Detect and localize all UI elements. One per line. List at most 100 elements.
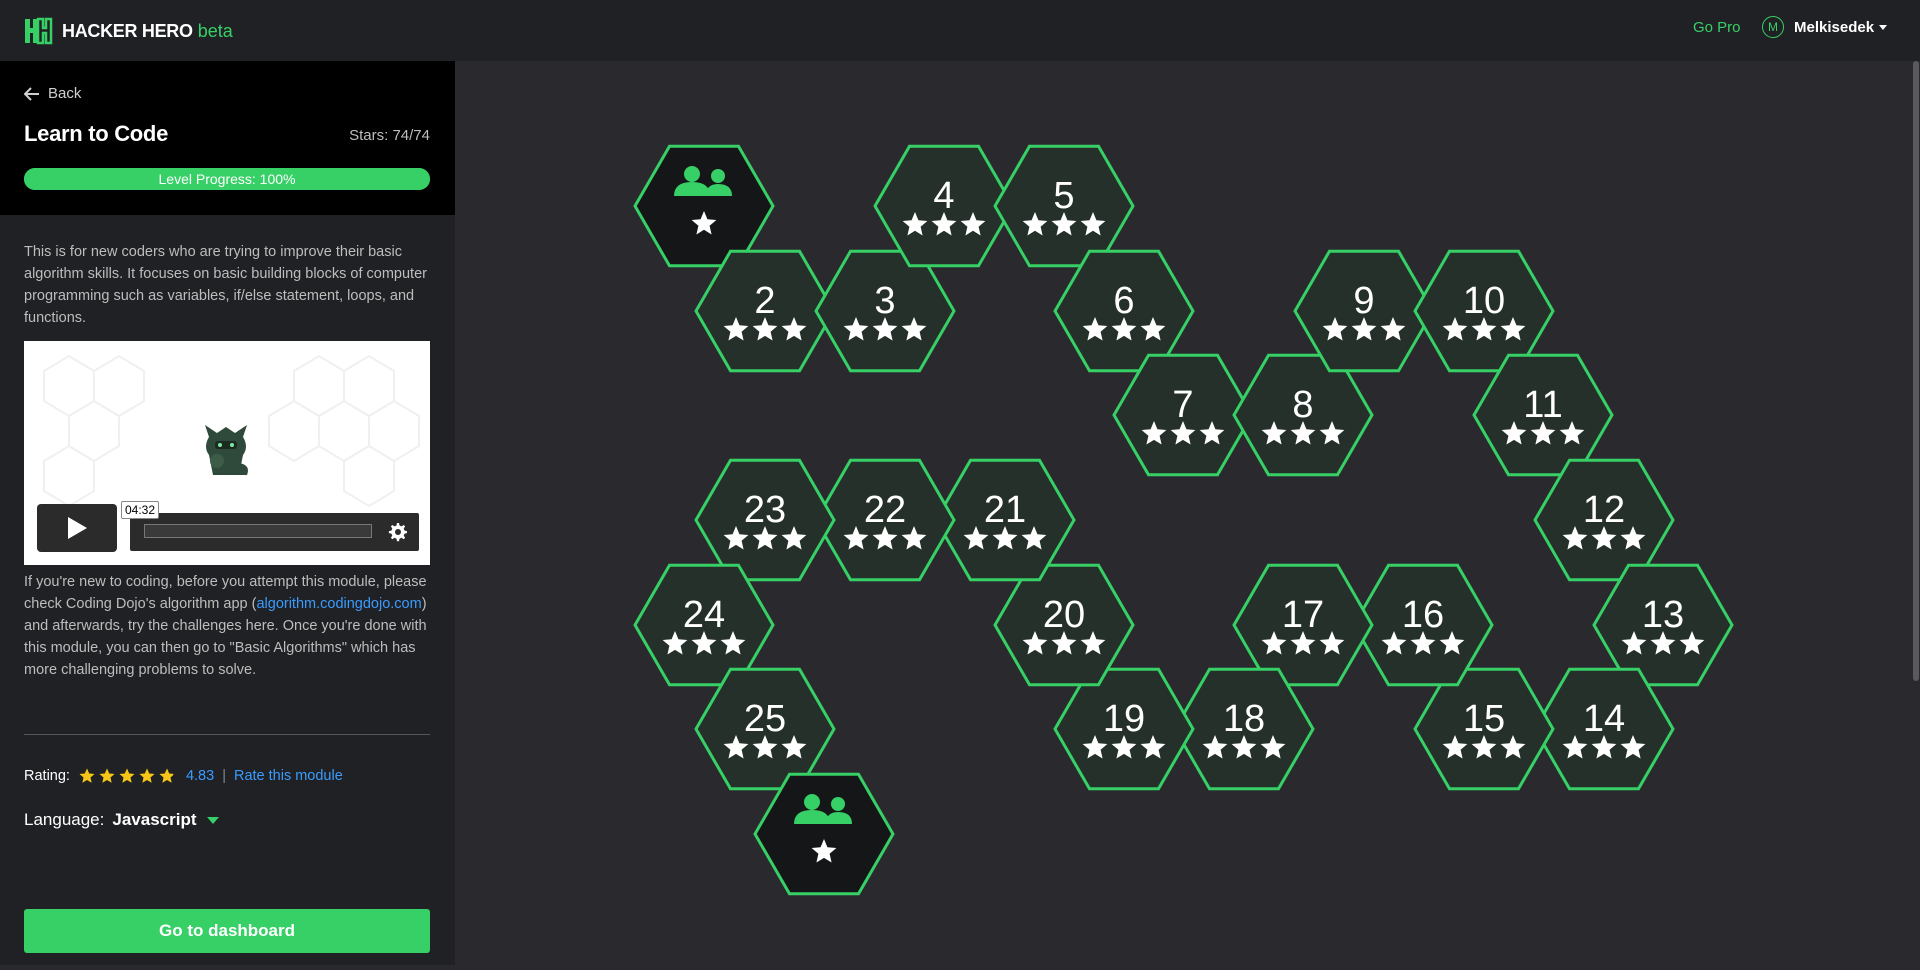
back-label: Back	[48, 85, 82, 102]
video-scrubber[interactable]	[144, 524, 372, 538]
map-scrollbar[interactable]	[1912, 61, 1920, 965]
level-hex-22[interactable]: 22	[814, 458, 956, 582]
play-icon	[68, 517, 87, 539]
brand-logo[interactable]: HACKER HERO beta	[23, 17, 233, 45]
page-title: Learn to Code	[24, 121, 168, 146]
module-sidebar: Back Learn to Code Stars: 74/74 Level Pr…	[0, 61, 455, 965]
level-hex-17[interactable]: 17	[1232, 563, 1374, 687]
level-number: 23	[744, 489, 786, 531]
caret-down-icon	[1879, 24, 1888, 30]
level-hex-11[interactable]: 11	[1472, 353, 1614, 477]
level-hex-18[interactable]: 18	[1173, 667, 1315, 791]
level-hex-9[interactable]: 9	[1293, 249, 1435, 373]
hex-shape	[633, 144, 775, 268]
rating-star-icon	[99, 768, 115, 783]
rating-star-icon	[139, 768, 155, 783]
caret-down-icon	[206, 816, 219, 824]
level-hex-10[interactable]: 10	[1413, 249, 1555, 373]
rating-stars	[78, 767, 176, 785]
level-hex-5[interactable]: 5	[993, 144, 1135, 268]
stars-count: Stars: 74/74	[349, 127, 430, 144]
level-number: 11	[1523, 384, 1562, 426]
brand-name: HACKER HERO	[62, 20, 193, 41]
level-hex-4[interactable]: 4	[873, 144, 1015, 268]
level-hex-2[interactable]: 2	[694, 249, 836, 373]
go-to-dashboard-button[interactable]: Go to dashboard	[24, 909, 430, 953]
level-number: 12	[1583, 489, 1625, 531]
level-number: 14	[1583, 698, 1625, 740]
video-controls	[130, 513, 419, 551]
level-hex-map: 2 34 567 89 10111213141516171819202122232425	[633, 144, 1734, 896]
top-navbar: HACKER HERO beta Go Pro M Melkisedek	[0, 0, 1920, 61]
go-pro-link[interactable]: Go Pro	[1693, 19, 1741, 36]
level-number: 2	[754, 280, 775, 322]
rating-star-icon	[159, 768, 175, 783]
scrollbar-thumb[interactable]	[1913, 61, 1919, 681]
level-progress-bar: Level Progress: 100%	[24, 168, 430, 190]
hex-shape	[753, 772, 895, 896]
algorithm-app-link[interactable]: algorithm.codingdojo.com	[256, 596, 421, 612]
rating-separator: |	[222, 768, 226, 784]
play-button[interactable]	[37, 504, 117, 552]
level-map: 2 3 4 5 6 7 8 9 10 11 12 13 14 15 16 17 18 19 20 21 22 23 24 25	[455, 61, 1920, 965]
back-button[interactable]: Back	[24, 85, 81, 102]
gear-icon[interactable]	[387, 522, 407, 542]
level-number: 13	[1642, 594, 1684, 636]
user-menu[interactable]: M Melkisedek	[1762, 16, 1888, 38]
language-value: Javascript	[112, 810, 197, 829]
level-number: 5	[1053, 175, 1074, 217]
level-number: 24	[683, 594, 725, 636]
rating-label: Rating:	[24, 768, 70, 784]
level-number: 4	[933, 175, 954, 217]
module-rating: Rating: 4.83 | Rate this module	[24, 767, 343, 785]
level-number: 7	[1172, 384, 1193, 426]
level-hex-13[interactable]: 13	[1592, 563, 1734, 687]
level-number: 19	[1103, 698, 1145, 740]
level-number: 17	[1282, 594, 1324, 636]
level-hex-21[interactable]: 21	[934, 458, 1076, 582]
username: Melkisedek	[1794, 18, 1875, 36]
level-hex-15[interactable]: 15	[1413, 667, 1555, 791]
level-hex-12[interactable]: 12	[1533, 458, 1675, 582]
level-number: 3	[874, 280, 895, 322]
rate-module-link[interactable]: Rate this module	[234, 768, 343, 784]
avatar: M	[1762, 16, 1784, 38]
arrow-left-icon	[24, 86, 39, 101]
level-hex-24[interactable]: 24	[633, 563, 775, 687]
level-hex-14[interactable]: 14	[1533, 667, 1675, 791]
rating-value: 4.83	[185, 768, 215, 784]
level-number: 18	[1223, 698, 1265, 740]
level-hex-7[interactable]: 7	[1112, 353, 1254, 477]
level-number: 25	[744, 698, 786, 740]
sidebar-header: Back Learn to Code Stars: 74/74 Level Pr…	[0, 61, 455, 215]
group-challenge-hex[interactable]	[633, 144, 775, 268]
video-player[interactable]: 04:32	[24, 341, 430, 565]
brand-beta-tag: beta	[197, 20, 233, 41]
level-hex-23[interactable]: 23	[694, 458, 836, 582]
level-hex-19[interactable]: 19	[1053, 667, 1195, 791]
level-hex-20[interactable]: 20	[993, 563, 1135, 687]
level-number: 8	[1292, 384, 1313, 426]
module-note: If you're new to coding, before you atte…	[24, 571, 434, 681]
module-description: This is for new coders who are trying to…	[24, 244, 427, 326]
level-hex-8[interactable]: 8	[1232, 353, 1374, 477]
hacker-mascot-icon	[205, 425, 248, 475]
level-hex-16[interactable]: 16	[1352, 563, 1494, 687]
progress-label: Level Progress: 100%	[158, 171, 296, 187]
level-number: 22	[864, 489, 906, 531]
rating-star-icon	[119, 768, 135, 783]
language-label: Language:	[24, 810, 105, 829]
level-number: 15	[1463, 698, 1505, 740]
hacker-hero-logo-icon	[25, 17, 53, 45]
level-number: 16	[1402, 594, 1444, 636]
level-number: 6	[1113, 280, 1134, 322]
video-time-tooltip: 04:32	[121, 501, 160, 519]
level-hex-3[interactable]: 3	[814, 249, 956, 373]
level-hex-25[interactable]: 25	[694, 667, 836, 791]
level-number: 20	[1043, 594, 1085, 636]
group-challenge-hex[interactable]	[753, 772, 895, 896]
divider	[24, 734, 430, 735]
language-selector[interactable]: Language: Javascript	[24, 810, 219, 830]
level-number: 10	[1463, 280, 1505, 322]
level-hex-6[interactable]: 6	[1053, 249, 1195, 373]
